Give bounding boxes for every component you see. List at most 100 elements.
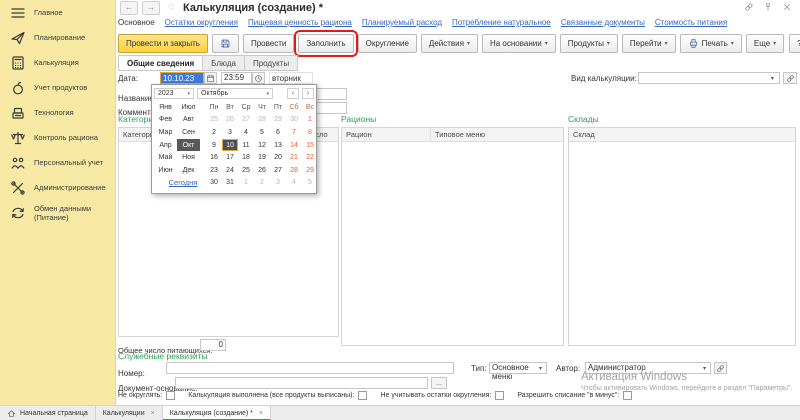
- toolbar-button-2[interactable]: Провести: [243, 34, 294, 53]
- sidebar-item-5[interactable]: Контроль рациона: [0, 125, 115, 150]
- calendar-day[interactable]: 9: [206, 139, 222, 152]
- checkbox-3[interactable]: [623, 391, 632, 400]
- more-button[interactable]: Еще▾: [746, 34, 784, 53]
- goto-button[interactable]: Перейти▾: [622, 34, 676, 53]
- toolbar-button-5[interactable]: Действия▾: [421, 34, 478, 53]
- calendar-day[interactable]: 20: [270, 151, 286, 164]
- calendar-day[interactable]: 22: [302, 151, 318, 164]
- calendar-day[interactable]: 13: [270, 139, 286, 152]
- sidebar-item-8[interactable]: Обмен данными (Питание): [0, 200, 115, 225]
- calendar-month[interactable]: Дек: [177, 164, 200, 177]
- calendar-day[interactable]: 11: [238, 139, 254, 152]
- calendar-month[interactable]: Янв: [154, 101, 177, 114]
- calendar-day[interactable]: 26: [222, 114, 238, 127]
- calendar-day[interactable]: 28: [286, 164, 302, 177]
- forward-button[interactable]: →: [142, 1, 160, 15]
- checkbox-2[interactable]: [495, 391, 504, 400]
- next-month-button[interactable]: ›: [302, 88, 314, 99]
- today-link[interactable]: Сегодня: [160, 178, 206, 187]
- favorite-star-icon[interactable]: ☆: [167, 2, 176, 13]
- prev-month-button[interactable]: ‹: [287, 88, 299, 99]
- calendar-day[interactable]: 26: [254, 164, 270, 177]
- calendar-month[interactable]: Май: [154, 151, 177, 164]
- taskbar-tab-1[interactable]: Калькуляции×: [96, 406, 163, 420]
- calendar-day[interactable]: 30: [206, 177, 222, 190]
- calendar-day[interactable]: 23: [206, 164, 222, 177]
- calendar-day[interactable]: 2: [254, 177, 270, 190]
- calendar-month[interactable]: Окт: [177, 139, 200, 152]
- calendar-day[interactable]: 3: [222, 126, 238, 139]
- calc-kind-input[interactable]: [638, 72, 780, 84]
- calendar-day[interactable]: 19: [254, 151, 270, 164]
- nav-link-0[interactable]: Основное: [118, 18, 155, 27]
- close-icon[interactable]: ×: [151, 410, 155, 417]
- toolbar-button-7[interactable]: Продукты▾: [560, 34, 618, 53]
- toolbar-button-3[interactable]: Заполнить: [298, 34, 353, 53]
- calendar-day[interactable]: 29: [302, 164, 318, 177]
- checkbox-1[interactable]: [358, 391, 367, 400]
- calendar-day[interactable]: 29: [270, 114, 286, 127]
- calendar-day[interactable]: 18: [238, 151, 254, 164]
- base-doc-input[interactable]: [175, 377, 428, 389]
- calendar-day[interactable]: 27: [270, 164, 286, 177]
- nav-link-3[interactable]: Планируемый расход: [362, 18, 442, 27]
- taskbar-tab-0[interactable]: Начальная страница: [0, 406, 96, 420]
- save-button[interactable]: [212, 34, 239, 53]
- calendar-month[interactable]: Авг: [177, 114, 200, 127]
- chevron-down-icon[interactable]: ▾: [771, 75, 774, 82]
- calendar-day[interactable]: 27: [238, 114, 254, 127]
- base-doc-pick-button[interactable]: ...: [431, 377, 447, 389]
- sidebar-item-2[interactable]: Калькуляция: [0, 50, 115, 75]
- sidebar-item-6[interactable]: Персональный учет: [0, 150, 115, 175]
- calendar-day[interactable]: 12: [254, 139, 270, 152]
- calendar-day[interactable]: 16: [206, 151, 222, 164]
- nav-link-6[interactable]: Стоимость питания: [655, 18, 727, 27]
- year-select[interactable]: 2023▾: [154, 88, 194, 99]
- close-icon[interactable]: [782, 2, 792, 12]
- calc-kind-open-button[interactable]: [783, 72, 797, 84]
- sidebar-item-4[interactable]: Технология: [0, 100, 115, 125]
- toolbar-button-8[interactable]: Печать▾: [680, 34, 742, 53]
- calendar-day[interactable]: 1: [238, 177, 254, 190]
- calendar-day[interactable]: 28: [254, 114, 270, 127]
- checkbox-0[interactable]: [166, 391, 175, 400]
- total-input[interactable]: 0: [200, 339, 226, 351]
- calendar-day[interactable]: 5: [302, 177, 318, 190]
- sidebar-item-1[interactable]: Планирование: [0, 25, 115, 50]
- calendar-month[interactable]: Апр: [154, 139, 177, 152]
- rations-table[interactable]: Рацион Типовое меню: [341, 127, 564, 346]
- calendar-day[interactable]: 4: [286, 177, 302, 190]
- calendar-day[interactable]: 1: [302, 114, 318, 127]
- number-input[interactable]: [166, 362, 454, 374]
- toolbar-button-6[interactable]: На основании▾: [482, 34, 556, 53]
- link-icon[interactable]: [744, 2, 754, 12]
- help-button[interactable]: ?: [789, 34, 800, 53]
- calendar-day[interactable]: 25: [238, 164, 254, 177]
- toolbar-button-4[interactable]: Округление: [358, 34, 417, 53]
- calendar-day[interactable]: 15: [302, 139, 318, 152]
- month-select[interactable]: Октябрь▾: [197, 88, 273, 99]
- warehouses-table[interactable]: Склад: [568, 127, 796, 346]
- time-input[interactable]: 23:59: [221, 72, 252, 84]
- calendar-day[interactable]: 25: [206, 114, 222, 127]
- calendar-day[interactable]: 30: [286, 114, 302, 127]
- calendar-day[interactable]: 2: [206, 126, 222, 139]
- calendar-month[interactable]: Фев: [154, 114, 177, 127]
- calendar-button[interactable]: [204, 72, 217, 84]
- back-button[interactable]: ←: [120, 1, 138, 15]
- close-icon[interactable]: ×: [259, 410, 263, 417]
- calendar-day[interactable]: 17: [222, 151, 238, 164]
- calendar-day[interactable]: 10: [222, 139, 238, 152]
- sidebar-item-7[interactable]: Администрирование: [0, 175, 115, 200]
- tab-2[interactable]: Продукты: [244, 55, 298, 71]
- nav-link-1[interactable]: Остатки округления: [165, 18, 238, 27]
- calendar-month[interactable]: Мар: [154, 126, 177, 139]
- calendar-month[interactable]: Июл: [177, 101, 200, 114]
- calendar-day[interactable]: 6: [270, 126, 286, 139]
- calendar-day[interactable]: 7: [286, 126, 302, 139]
- calendar-day[interactable]: 8: [302, 126, 318, 139]
- date-input[interactable]: 10.10.23: [160, 72, 204, 84]
- calendar-day[interactable]: 3: [270, 177, 286, 190]
- nav-link-2[interactable]: Пищевая ценность рациона: [248, 18, 352, 27]
- chevron-down-icon[interactable]: ▾: [539, 365, 542, 372]
